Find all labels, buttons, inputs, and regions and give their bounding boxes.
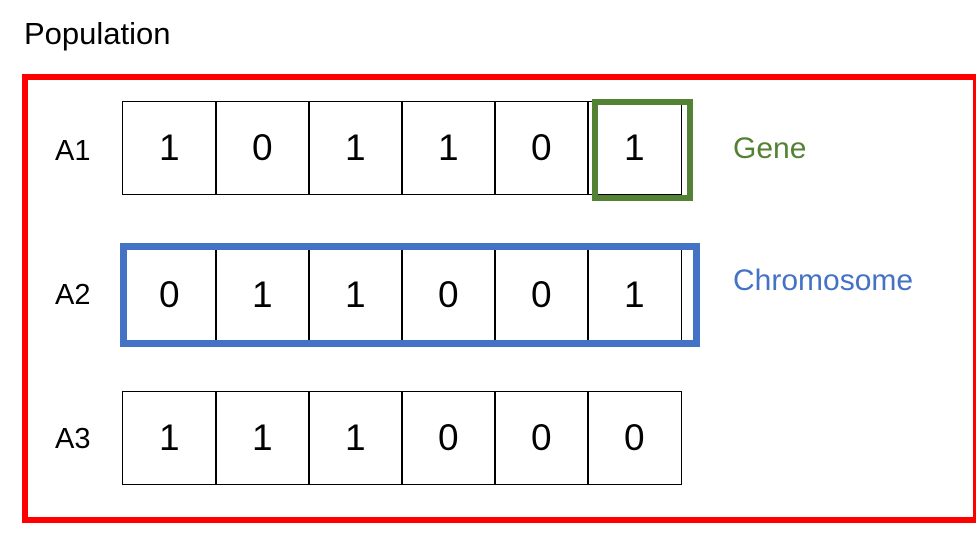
gene-cell: 1: [215, 391, 310, 485]
gene-cell: 0: [494, 391, 589, 485]
gene-cell: 0: [215, 101, 310, 195]
gene-label: Gene: [733, 132, 807, 165]
chromosome-label: Chromosome: [733, 264, 914, 297]
row-label-a1: A1: [55, 135, 91, 167]
chromosome-highlight-box: [120, 243, 700, 347]
chromosome-row-a3: 1 1 1 0 0 0: [122, 391, 689, 485]
gene-cell: 0: [587, 391, 682, 485]
gene-cell: 1: [308, 101, 403, 195]
gene-cell: 0: [494, 101, 589, 195]
gene-cell: 1: [122, 101, 217, 195]
gene-cell: 0: [401, 391, 496, 485]
gene-cell: 1: [122, 391, 217, 485]
gene-highlight-box: [592, 99, 693, 201]
row-label-a3: A3: [55, 423, 91, 455]
gene-cell: 1: [308, 391, 403, 485]
row-label-a2: A2: [55, 279, 91, 311]
gene-cell: 1: [401, 101, 496, 195]
population-title: Population: [24, 16, 171, 51]
